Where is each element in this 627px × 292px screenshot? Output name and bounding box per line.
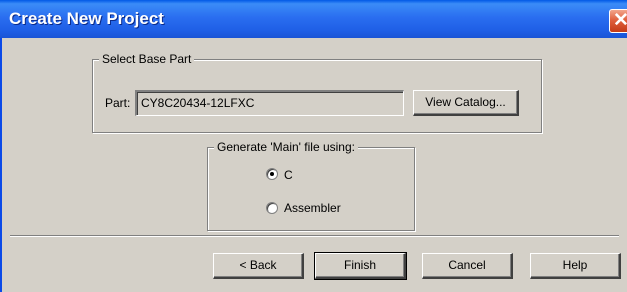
separator-line [10, 235, 619, 237]
radio-assembler-label[interactable]: Assembler [284, 201, 341, 215]
main-file-group [207, 147, 415, 231]
part-label: Part: [105, 96, 131, 110]
cancel-button[interactable]: Cancel [422, 253, 513, 279]
close-icon: ✕ [613, 10, 627, 31]
radio-c[interactable] [266, 168, 278, 180]
radio-c-label[interactable]: C [284, 168, 293, 182]
finish-button[interactable]: Finish [314, 252, 407, 280]
dialog-body: Select Base Part Part: CY8C20434-12LFXC … [0, 38, 627, 292]
base-part-legend: Select Base Part [99, 52, 195, 66]
part-field[interactable]: CY8C20434-12LFXC [135, 90, 404, 116]
main-file-legend: Generate 'Main' file using: [214, 140, 358, 154]
radio-c-dot [270, 172, 274, 176]
radio-assembler[interactable] [266, 202, 278, 214]
help-button[interactable]: Help [530, 253, 621, 279]
window-title: Create New Project [9, 9, 164, 28]
title-bar[interactable]: Create New Project ✕ [0, 0, 627, 38]
close-button[interactable]: ✕ [609, 9, 627, 33]
back-button[interactable]: < Back [213, 253, 304, 279]
view-catalog-button[interactable]: View Catalog... [413, 90, 519, 116]
